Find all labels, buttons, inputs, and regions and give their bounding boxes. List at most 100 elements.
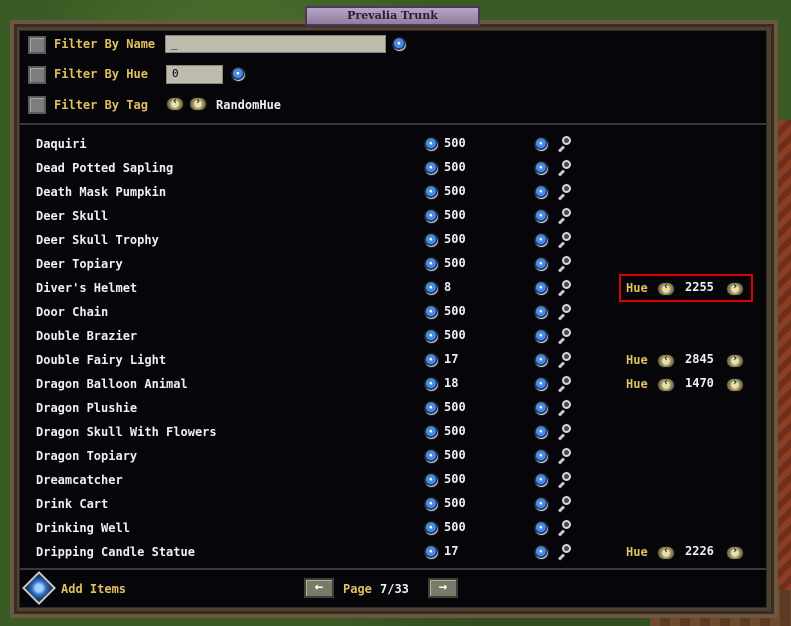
withdraw-gem-icon[interactable]	[425, 162, 438, 175]
hue-prev-arrow-icon[interactable]: ‹	[658, 353, 674, 367]
filter-name-label: Filter By Name	[54, 37, 156, 51]
item-name: Deer Topiary	[36, 257, 123, 271]
withdraw-gem-icon[interactable]	[425, 378, 438, 391]
item-name: Drinking Well	[36, 521, 130, 535]
withdraw-gem-icon[interactable]	[425, 474, 438, 487]
hue-value: 1470	[685, 376, 714, 390]
inspect-magnifier-icon[interactable]	[556, 136, 572, 153]
filter-tag-label: Filter By Tag	[54, 98, 148, 112]
item-action-gem-icon[interactable]	[535, 186, 548, 199]
withdraw-gem-icon[interactable]	[425, 354, 438, 367]
window-title[interactable]: Prevalia Trunk	[305, 6, 480, 26]
item-quantity: 17	[444, 544, 459, 558]
withdraw-gem-icon[interactable]	[425, 210, 438, 223]
withdraw-gem-icon[interactable]	[425, 546, 438, 559]
item-name: Dragon Topiary	[36, 449, 138, 463]
inspect-magnifier-icon[interactable]	[556, 184, 572, 201]
item-name: Dragon Balloon Animal	[36, 377, 188, 391]
withdraw-gem-icon[interactable]	[425, 282, 438, 295]
item-action-gem-icon[interactable]	[535, 426, 548, 439]
filter-tag-next-arrow-icon[interactable]: ›	[190, 96, 206, 110]
item-action-gem-icon[interactable]	[535, 450, 548, 463]
hue-next-arrow-icon[interactable]: ›	[727, 353, 743, 367]
hue-prev-arrow-icon[interactable]: ‹	[658, 545, 674, 559]
inspect-magnifier-icon[interactable]	[556, 208, 572, 225]
filter-name-checkbox[interactable]	[28, 36, 46, 54]
item-action-gem-icon[interactable]	[535, 354, 548, 367]
inspect-magnifier-icon[interactable]	[556, 520, 572, 537]
item-action-gem-icon[interactable]	[535, 138, 548, 151]
item-name: Daquiri	[36, 137, 87, 151]
item-name: Dragon Skull With Flowers	[36, 425, 217, 439]
withdraw-gem-icon[interactable]	[425, 522, 438, 535]
withdraw-gem-icon[interactable]	[425, 402, 438, 415]
footer-divider	[20, 568, 766, 570]
item-name: Dragon Plushie	[36, 401, 138, 415]
hue-prev-arrow-icon[interactable]: ‹	[658, 377, 674, 391]
item-name: Dripping Candle Statue	[36, 545, 195, 559]
withdraw-gem-icon[interactable]	[425, 306, 438, 319]
item-action-gem-icon[interactable]	[535, 378, 548, 391]
filter-hue-checkbox[interactable]	[28, 66, 46, 84]
item-action-gem-icon[interactable]	[535, 498, 548, 511]
inspect-magnifier-icon[interactable]	[556, 256, 572, 273]
item-quantity: 500	[444, 520, 466, 534]
inspect-magnifier-icon[interactable]	[556, 424, 572, 441]
item-quantity: 18	[444, 376, 459, 390]
withdraw-gem-icon[interactable]	[425, 426, 438, 439]
withdraw-gem-icon[interactable]	[425, 138, 438, 151]
inspect-magnifier-icon[interactable]	[556, 280, 572, 297]
item-row: Double Fairy Light 17 Hue ‹ 2845 ›	[0, 349, 791, 373]
item-action-gem-icon[interactable]	[535, 162, 548, 175]
inspect-magnifier-icon[interactable]	[556, 496, 572, 513]
hue-next-arrow-icon[interactable]: ›	[727, 377, 743, 391]
inspect-magnifier-icon[interactable]	[556, 352, 572, 369]
previous-page-button[interactable]: ←	[304, 578, 334, 598]
item-row: Dead Potted Sapling 500	[0, 157, 791, 181]
filter-hue-input[interactable]: 0	[166, 65, 223, 84]
inspect-magnifier-icon[interactable]	[556, 400, 572, 417]
item-quantity: 500	[444, 136, 466, 150]
withdraw-gem-icon[interactable]	[425, 258, 438, 271]
right-arrow-icon: →	[438, 579, 448, 595]
inspect-magnifier-icon[interactable]	[556, 448, 572, 465]
filter-name-input[interactable]: _	[165, 35, 386, 53]
next-page-button[interactable]: →	[428, 578, 458, 598]
withdraw-gem-icon[interactable]	[425, 186, 438, 199]
inspect-magnifier-icon[interactable]	[556, 376, 572, 393]
filter-tag-checkbox[interactable]	[28, 96, 46, 114]
item-action-gem-icon[interactable]	[535, 546, 548, 559]
item-quantity: 17	[444, 352, 459, 366]
item-action-gem-icon[interactable]	[535, 306, 548, 319]
inspect-magnifier-icon[interactable]	[556, 160, 572, 177]
add-items-label[interactable]: Add Items	[61, 582, 126, 596]
inspect-magnifier-icon[interactable]	[556, 304, 572, 321]
item-action-gem-icon[interactable]	[535, 330, 548, 343]
hue-label: Hue	[626, 353, 648, 367]
item-action-gem-icon[interactable]	[535, 234, 548, 247]
item-row: Daquiri 500	[0, 133, 791, 157]
item-action-gem-icon[interactable]	[535, 258, 548, 271]
hue-next-arrow-icon[interactable]: ›	[727, 545, 743, 559]
filter-tag-prev-arrow-icon[interactable]: ‹	[167, 96, 183, 110]
withdraw-gem-icon[interactable]	[425, 234, 438, 247]
filter-hue-apply-gem-icon[interactable]	[232, 68, 245, 81]
item-quantity: 500	[444, 184, 466, 198]
inspect-magnifier-icon[interactable]	[556, 472, 572, 489]
inspect-magnifier-icon[interactable]	[556, 544, 572, 561]
item-row: Dripping Candle Statue 17 Hue ‹ 2226 ›	[0, 541, 791, 565]
item-action-gem-icon[interactable]	[535, 402, 548, 415]
item-action-gem-icon[interactable]	[535, 522, 548, 535]
inspect-magnifier-icon[interactable]	[556, 232, 572, 249]
inspect-magnifier-icon[interactable]	[556, 328, 572, 345]
filter-name-apply-gem-icon[interactable]	[393, 38, 406, 51]
withdraw-gem-icon[interactable]	[425, 498, 438, 511]
item-action-gem-icon[interactable]	[535, 474, 548, 487]
item-quantity: 8	[444, 280, 452, 294]
item-action-gem-icon[interactable]	[535, 282, 548, 295]
item-name: Death Mask Pumpkin	[36, 185, 167, 199]
withdraw-gem-icon[interactable]	[425, 330, 438, 343]
item-quantity: 500	[444, 328, 466, 342]
withdraw-gem-icon[interactable]	[425, 450, 438, 463]
item-action-gem-icon[interactable]	[535, 210, 548, 223]
